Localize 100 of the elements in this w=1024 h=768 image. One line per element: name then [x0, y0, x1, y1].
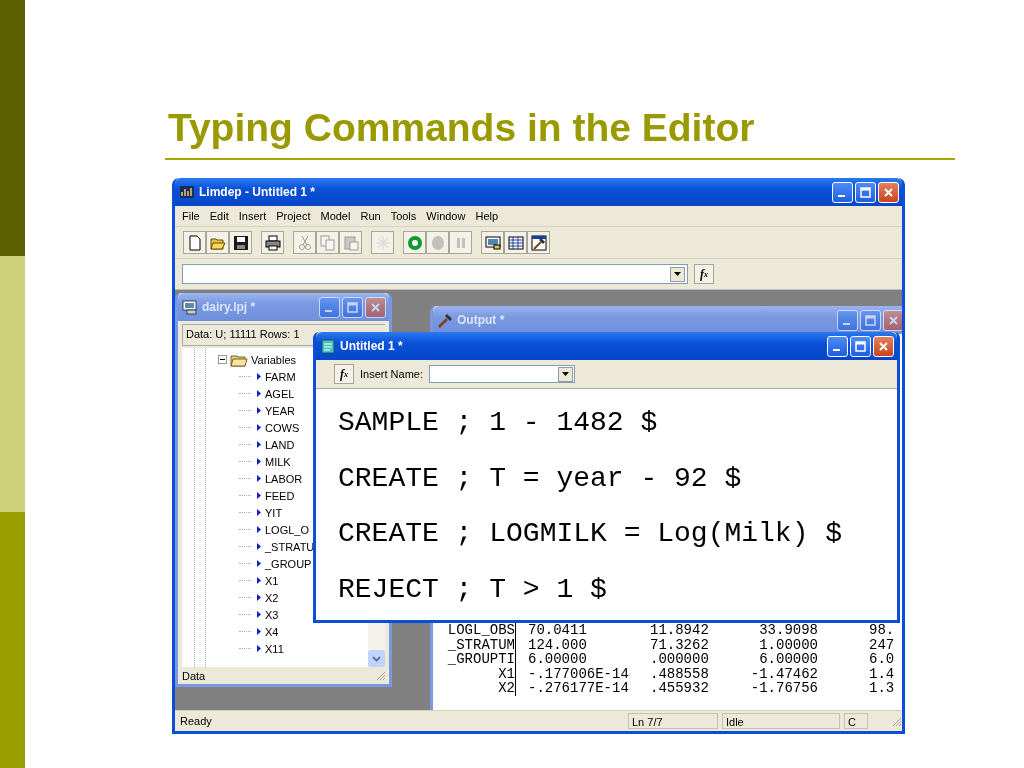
grid-icon	[507, 234, 524, 251]
caret-icon	[560, 370, 570, 378]
close-icon	[369, 300, 382, 314]
circle-icon	[406, 234, 423, 251]
caret-icon	[673, 270, 682, 278]
tree-item[interactable]: MILK	[265, 455, 291, 468]
maximize-icon	[854, 339, 867, 353]
tree-item[interactable]: LABOR	[265, 472, 303, 485]
tree-item[interactable]: LOGL_O	[265, 523, 310, 536]
close-icon	[877, 339, 890, 353]
go-button[interactable]	[403, 231, 426, 254]
menu-item[interactable]: Window	[421, 208, 471, 224]
close-button[interactable]	[873, 335, 894, 357]
code-line: SAMPLE ; 1 - 1482 $	[338, 406, 658, 440]
maximize-button[interactable]	[850, 335, 871, 357]
monitor-icon	[484, 234, 501, 251]
menu-item[interactable]: Help	[470, 208, 504, 224]
tree-item[interactable]: AGEL	[265, 387, 295, 400]
tree-item[interactable]: X1	[265, 574, 279, 587]
window-title: Output *	[457, 313, 506, 327]
tree-item[interactable]: LAND	[265, 438, 295, 451]
close-icon	[887, 313, 900, 327]
window-title: dairy.lpj *	[202, 300, 257, 314]
resize-grip-icon	[891, 715, 902, 727]
tree-item[interactable]: FARM	[265, 370, 296, 383]
code-line: CREATE ; T = year - 92 $	[338, 461, 742, 496]
menu-item[interactable]: Tools	[385, 208, 422, 224]
tree-item[interactable]: X11	[265, 642, 284, 655]
table-cell-text: 6.00000	[528, 652, 588, 667]
close-icon	[882, 185, 895, 199]
field-label: Insert Name:	[360, 368, 423, 380]
menu-item[interactable]: Project	[271, 208, 316, 224]
tree-item[interactable]: X3	[265, 608, 279, 621]
stop-icon	[429, 234, 446, 251]
table-cell-text: .488558	[650, 666, 710, 681]
dropdown-button[interactable]	[557, 366, 573, 382]
close-button[interactable]	[878, 181, 899, 203]
table-cell: 1.4	[869, 666, 895, 681]
print-button[interactable]	[261, 231, 284, 254]
table-cell: _GROUPTI	[433, 652, 516, 667]
tree-item[interactable]: X2	[265, 591, 279, 604]
hammer-icon	[437, 312, 453, 328]
tree-item[interactable]: Variables	[251, 353, 297, 366]
tree-item[interactable]: _STRATU	[265, 540, 315, 553]
tree-item[interactable]: _GROUP	[265, 557, 312, 570]
menu-item[interactable]: Run	[355, 208, 386, 224]
table-cell-text: 11.8942	[650, 623, 710, 638]
expander-toggle[interactable]	[218, 355, 227, 364]
slide-title: Typing Commands in the Editor	[168, 105, 755, 151]
table-cell: 6.0	[869, 652, 895, 667]
tree-item[interactable]: COWS	[265, 421, 300, 434]
menu-item[interactable]: Insert	[233, 208, 272, 224]
maximize-icon	[346, 300, 359, 314]
minimize-icon	[832, 349, 840, 351]
new-button[interactable]	[183, 231, 206, 254]
chevron-icon	[372, 655, 381, 662]
notepad-icon	[320, 338, 336, 354]
table-cell-text: .455932	[650, 681, 710, 696]
maximize-button[interactable]	[855, 181, 876, 203]
code-line: REJECT ; T > 1 $	[338, 572, 607, 607]
minimize-button[interactable]	[832, 181, 853, 203]
monitor-icon	[182, 299, 198, 315]
table-cell: 1.3	[869, 681, 895, 696]
table-cell-text: .000000	[650, 652, 710, 667]
table-cell: 98.	[869, 623, 895, 638]
project-button[interactable]	[481, 231, 504, 254]
tree-item[interactable]: FEED	[265, 489, 295, 502]
printer-icon	[264, 234, 281, 251]
status-text: Ln 7/7	[628, 713, 718, 729]
status-text: C	[844, 713, 868, 729]
output-button[interactable]	[527, 231, 550, 254]
command-field[interactable]	[182, 264, 688, 284]
grid-button[interactable]	[504, 231, 527, 254]
copy-icon	[319, 234, 336, 251]
table-cell-text: -.276177E-14	[528, 681, 630, 696]
minimize-button[interactable]	[827, 335, 848, 357]
panel-label: Data	[182, 669, 206, 682]
tree-item[interactable]: YEAR	[265, 404, 295, 417]
editor-area[interactable]: SAMPLE ; 1 - 1482 $ CREATE ; T = year - 92 $ CREATE ; LOGMILK = Log(Milk) $ REJECT ; T > 1 $	[316, 389, 897, 620]
menu-item[interactable]: Edit	[204, 208, 234, 224]
table-cell-text: 1.00000	[758, 637, 818, 652]
tree-item[interactable]: YIT	[265, 506, 283, 519]
tree-item[interactable]: X4	[265, 625, 279, 638]
menu-item[interactable]: Model	[315, 208, 356, 224]
menu-item[interactable]: File	[177, 208, 205, 224]
table-cell-text: -1.76756	[749, 681, 818, 696]
table-cell: X1	[433, 666, 516, 681]
save-button[interactable]	[229, 231, 252, 254]
minimize-icon	[842, 323, 850, 325]
window-title: Limdep - Untitled 1 *	[199, 185, 316, 199]
folder-icon	[230, 352, 248, 367]
page-icon	[186, 234, 203, 251]
dropdown-button[interactable]	[670, 266, 685, 282]
insert-name-field[interactable]	[428, 365, 575, 383]
scroll-down-button[interactable]	[368, 650, 385, 667]
chart-icon	[179, 184, 195, 200]
table-cell-text: 6.00000	[758, 652, 818, 667]
open-button[interactable]	[206, 231, 229, 254]
status-text: Ready	[179, 714, 213, 729]
scissors-icon	[296, 234, 313, 251]
